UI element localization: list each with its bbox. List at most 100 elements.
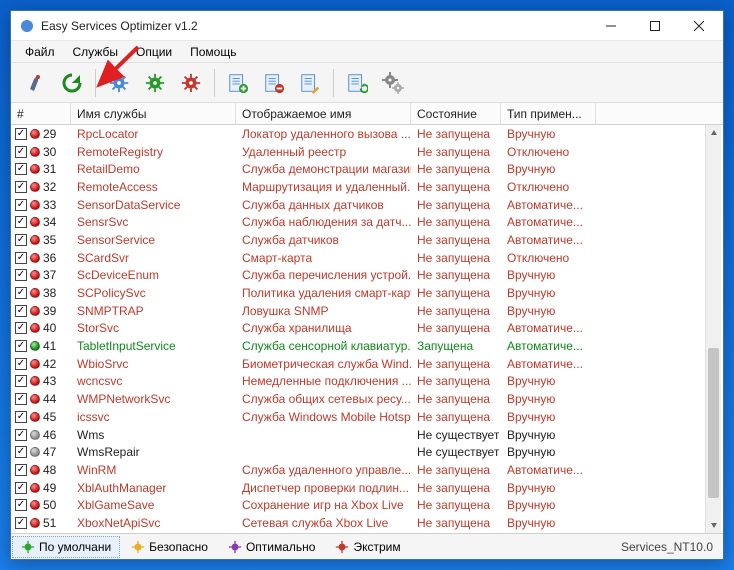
table-row[interactable]: ✓30RemoteRegistryУдаленный реестрНе запу… <box>11 143 723 161</box>
table-row[interactable]: ✓49XblAuthManagerДиспетчер проверки подл… <box>11 479 723 497</box>
cell-start-type: Вручную <box>501 410 596 424</box>
scroll-thumb[interactable] <box>708 348 719 498</box>
row-number: 43 <box>43 374 56 388</box>
menu-help[interactable]: Помощь <box>182 43 244 61</box>
vertical-scrollbar[interactable] <box>705 125 721 533</box>
gear-green-button[interactable] <box>138 66 172 100</box>
row-number: 40 <box>43 321 56 335</box>
cell-start-type: Автоматиче... <box>501 198 596 212</box>
scroll-down-button[interactable] <box>706 517 721 533</box>
row-checkbox[interactable]: ✓ <box>15 216 27 228</box>
table-row[interactable]: ✓31RetailDemoСлужба демонстрации магазин… <box>11 160 723 178</box>
row-checkbox[interactable]: ✓ <box>15 499 27 511</box>
cell-display-name: Сетевая служба Xbox Live <box>236 516 411 530</box>
row-checkbox[interactable]: ✓ <box>15 234 27 246</box>
cell-display-name: Маршрутизация и удаленный... <box>236 180 411 194</box>
table-row[interactable]: ✓50XblGameSaveСохранение игр на Xbox Liv… <box>11 496 723 514</box>
row-number: 44 <box>43 392 56 406</box>
row-number: 33 <box>43 198 56 212</box>
col-start-type[interactable]: Тип примен... <box>501 103 596 124</box>
list-add-button[interactable] <box>221 66 255 100</box>
row-checkbox[interactable]: ✓ <box>15 411 27 423</box>
minimize-button[interactable] <box>589 12 633 40</box>
row-checkbox[interactable]: ✓ <box>15 375 27 387</box>
list-edit-button[interactable] <box>293 66 327 100</box>
table-row[interactable]: ✓46WmsНе существуетВручную <box>11 426 723 444</box>
profile-optimal-button[interactable]: Оптимально <box>219 536 325 558</box>
table-row[interactable]: ✓42WbioSrvcБиометрическая служба Wind...… <box>11 355 723 373</box>
table-row[interactable]: ✓32RemoteAccessМаршрутизация и удаленный… <box>11 178 723 196</box>
cell-state: Не запущена <box>411 321 501 335</box>
profile-extreme-button[interactable]: Экстрим <box>326 536 409 558</box>
list-refresh-button[interactable] <box>340 66 374 100</box>
cell-start-type: Автоматиче... <box>501 339 596 353</box>
row-checkbox[interactable]: ✓ <box>15 305 27 317</box>
scroll-up-button[interactable] <box>706 125 721 141</box>
menu-options[interactable]: Опции <box>128 43 180 61</box>
menu-file[interactable]: Файл <box>17 43 63 61</box>
table-row[interactable]: ✓37ScDeviceEnumСлужба перечисления устро… <box>11 267 723 285</box>
table-row[interactable]: ✓48WinRMСлужба удаленного управле...Не з… <box>11 461 723 479</box>
table-row[interactable]: ✓34SensrSvcСлужба наблюдения за датч...Н… <box>11 213 723 231</box>
close-button[interactable] <box>677 12 721 40</box>
col-service-name[interactable]: Имя службы <box>71 103 236 124</box>
profile-safe-button[interactable]: Безопасно <box>122 536 217 558</box>
gears-button[interactable] <box>376 66 410 100</box>
table-row[interactable]: ✓51XboxNetApiSvcСетевая служба Xbox Live… <box>11 514 723 532</box>
col-num[interactable]: # <box>11 103 71 124</box>
table-row[interactable]: ✓36SCardSvrСмарт-картаНе запущенаОтключе… <box>11 249 723 267</box>
status-dot-icon <box>30 341 40 351</box>
status-text: Services_NT10.0 <box>621 540 723 554</box>
table-row[interactable]: ✓40StorSvcСлужба хранилищаНе запущенаАвт… <box>11 320 723 338</box>
row-checkbox[interactable]: ✓ <box>15 429 27 441</box>
menu-services[interactable]: Службы <box>65 43 126 61</box>
row-checkbox[interactable]: ✓ <box>15 517 27 529</box>
row-checkbox[interactable]: ✓ <box>15 446 27 458</box>
row-checkbox[interactable]: ✓ <box>15 252 27 264</box>
table-row[interactable]: ✓44WMPNetworkSvcСлужба общих сетевых рес… <box>11 390 723 408</box>
table-row[interactable]: ✓39SNMPTRAPЛовушка SNMPНе запущенаВручну… <box>11 302 723 320</box>
col-display-name[interactable]: Отображаемое имя <box>236 103 411 124</box>
table-row[interactable]: ✓33SensorDataServiceСлужба данных датчик… <box>11 196 723 214</box>
table-row[interactable]: ✓35SensorServiceСлужба датчиковНе запуще… <box>11 231 723 249</box>
rocket-button[interactable] <box>19 66 53 100</box>
table-row[interactable]: ✓47WmsRepairНе существуетВручную <box>11 443 723 461</box>
row-checkbox[interactable]: ✓ <box>15 269 27 281</box>
cell-start-type: Вручную <box>501 445 596 459</box>
row-checkbox[interactable]: ✓ <box>15 287 27 299</box>
row-checkbox[interactable]: ✓ <box>15 146 27 158</box>
table-row[interactable]: ✓41TabletInputServiceСлужба сенсорной кл… <box>11 337 723 355</box>
list-remove-button[interactable] <box>257 66 291 100</box>
row-checkbox[interactable]: ✓ <box>15 482 27 494</box>
cell-service-name: SNMPTRAP <box>71 304 236 318</box>
refresh-button[interactable] <box>55 66 89 100</box>
status-dot-icon <box>30 518 40 528</box>
cell-start-type: Вручную <box>501 374 596 388</box>
cell-start-type: Вручную <box>501 286 596 300</box>
row-checkbox[interactable]: ✓ <box>15 393 27 405</box>
table-row[interactable]: ✓38SCPolicySvcПолитика удаления смарт-ка… <box>11 284 723 302</box>
profile-default-button[interactable]: По умолчани <box>12 536 120 558</box>
cell-state: Не существует <box>411 445 501 459</box>
row-checkbox[interactable]: ✓ <box>15 358 27 370</box>
cell-start-type: Автоматиче... <box>501 463 596 477</box>
row-checkbox[interactable]: ✓ <box>15 163 27 175</box>
maximize-button[interactable] <box>633 12 677 40</box>
cell-start-type: Отключено <box>501 180 596 194</box>
cell-start-type: Автоматиче... <box>501 233 596 247</box>
profile-label: Оптимально <box>246 540 316 554</box>
row-checkbox[interactable]: ✓ <box>15 464 27 476</box>
gear-red-button[interactable] <box>174 66 208 100</box>
row-checkbox[interactable]: ✓ <box>15 322 27 334</box>
table-row[interactable]: ✓43wcncsvcНемедленные подключения ...Не … <box>11 373 723 391</box>
table-row[interactable]: ✓45icssvcСлужба Windows Mobile HotspotНе… <box>11 408 723 426</box>
table-row[interactable]: ✓29RpcLocatorЛокатор удаленного вызова .… <box>11 125 723 143</box>
row-checkbox[interactable]: ✓ <box>15 340 27 352</box>
row-checkbox[interactable]: ✓ <box>15 199 27 211</box>
gear-blue-button[interactable] <box>102 66 136 100</box>
row-checkbox[interactable]: ✓ <box>15 128 27 140</box>
row-checkbox[interactable]: ✓ <box>15 181 27 193</box>
cell-service-name: SCPolicySvc <box>71 286 236 300</box>
row-number: 49 <box>43 481 56 495</box>
col-state[interactable]: Состояние <box>411 103 501 124</box>
